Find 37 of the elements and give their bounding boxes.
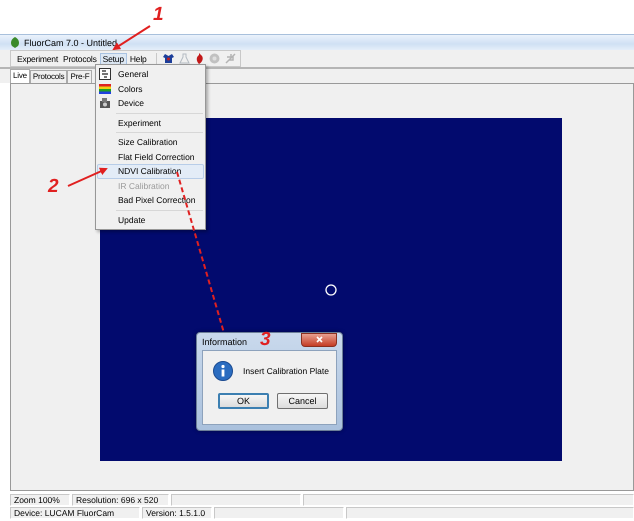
close-icon [316,336,322,343]
menu-item[interactable]: Experiment [96,116,205,130]
annotation-number: 2 [48,176,59,198]
tab[interactable]: Live [10,69,30,83]
info-icon [213,361,233,381]
annotation-arrow [68,168,108,187]
menu-item[interactable]: Size Calibration [96,135,205,150]
camera-icon [99,97,111,109]
status-panel: Resolution: 696 x 520 [72,494,169,506]
menu-item[interactable]: Device [96,96,205,110]
menu-bar-item[interactable]: Setup [100,52,127,64]
pepper-icon[interactable] [194,53,204,64]
dialog-button[interactable]: Cancel [277,393,328,409]
close-button[interactable] [301,332,337,346]
window-title: FluorCam 7.0 - Untitled [24,38,118,48]
menu-bar-item[interactable]: Protocols [61,54,99,64]
menu-item[interactable]: Bad Pixel Correction [96,193,205,208]
menu-bar-item[interactable]: Experiment [15,54,60,64]
annotation-number: 1 [153,4,164,26]
tab[interactable]: Pre-F [67,70,92,83]
color-bars-icon [99,82,111,94]
menu-item[interactable]: Flat Field Correction [96,150,205,164]
menu-bar-item[interactable]: Help [128,54,149,64]
shirt-icon[interactable] [162,53,174,64]
annotation-number: 3 [260,329,271,351]
tab[interactable]: Protocols [30,70,68,83]
dialog-title: Information [202,336,248,346]
menu-item[interactable]: General [96,67,205,82]
app-icon [10,37,20,48]
dialog-button[interactable]: OK [218,393,269,409]
status-panel: Zoom 100% [10,494,70,506]
status-panel: Device: LUCAM FluorCam [10,507,140,519]
menu-item[interactable]: Colors [96,82,205,96]
dialog-message: Insert Calibration Plate [243,366,329,376]
menu-item[interactable]: Update [96,212,205,227]
status-panel: Version: 1.5.1.0 [142,507,212,519]
menu-item[interactable]: NDVI Calibration [97,164,204,178]
